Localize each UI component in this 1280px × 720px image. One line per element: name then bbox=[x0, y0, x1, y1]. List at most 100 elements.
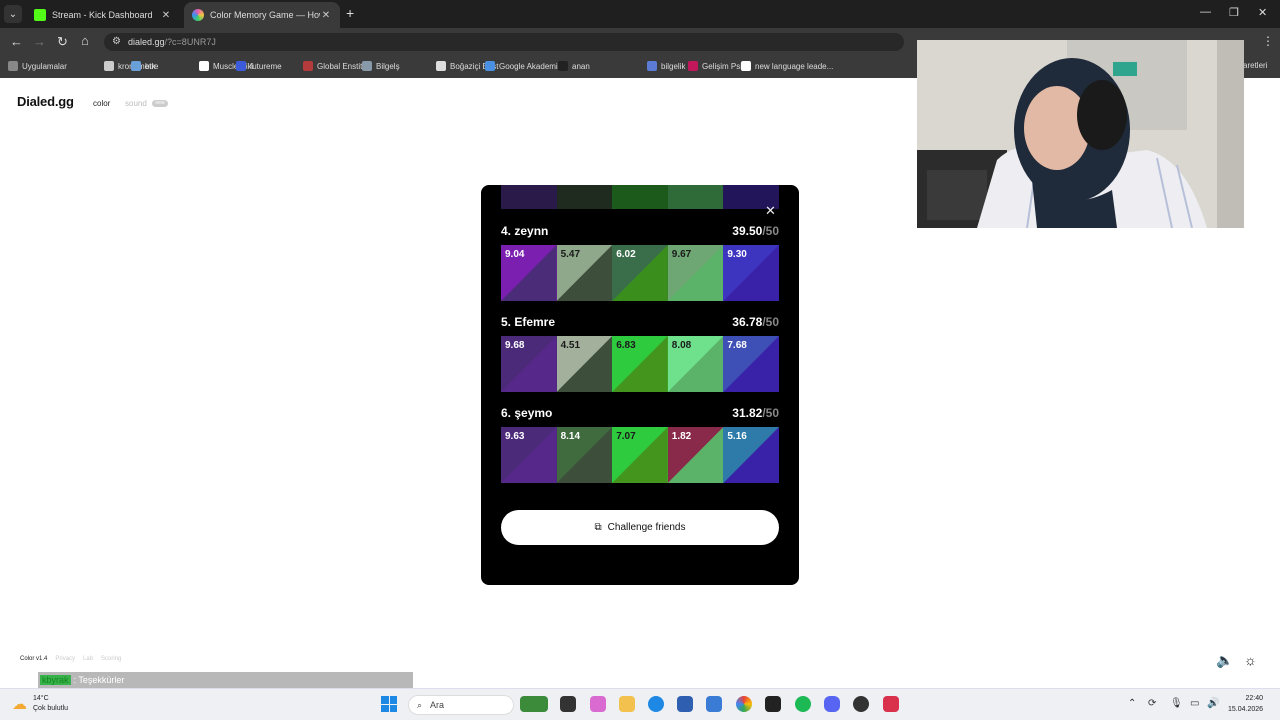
bookmark-label: new language leade... bbox=[755, 61, 834, 71]
outlook-icon[interactable] bbox=[706, 696, 722, 712]
obs-icon[interactable] bbox=[765, 696, 781, 712]
bookmark-item[interactable]: bilgelik bbox=[647, 61, 685, 71]
site-logo[interactable]: Dialed.gg bbox=[17, 94, 74, 109]
player-score: 39.50/50 bbox=[732, 224, 779, 238]
round-swatch[interactable]: 8.14 bbox=[556, 427, 613, 483]
nav-color-link[interactable]: color bbox=[93, 99, 110, 108]
player-score: 36.78/50 bbox=[732, 315, 779, 329]
tab-title: Color Memory Game — How W bbox=[210, 10, 320, 20]
close-tab-icon[interactable]: ✕ bbox=[160, 10, 172, 21]
chrome-icon[interactable] bbox=[736, 696, 752, 712]
bookmark-item[interactable]: anan bbox=[558, 61, 590, 71]
round-swatch[interactable]: 5.47 bbox=[556, 245, 613, 301]
round-swatch[interactable]: 4.51 bbox=[556, 336, 613, 392]
bookmark-item[interactable]: new language leade... bbox=[741, 61, 833, 71]
player-name: 5. Efemre bbox=[501, 315, 556, 329]
browser-menu-icon[interactable]: ⋮ bbox=[1262, 34, 1274, 48]
bookmark-item[interactable]: Gelişim Psik bbox=[688, 61, 746, 71]
tab-color-memory-game[interactable]: Color Memory Game — How W ✕ bbox=[184, 2, 340, 28]
tab-title: Stream - Kick Dashboard bbox=[52, 10, 153, 20]
bookmark-favicon-icon bbox=[688, 61, 698, 71]
bookmark-label: futureme bbox=[250, 61, 282, 71]
chat-username: kbyrak bbox=[40, 675, 71, 685]
round-swatch[interactable]: 7.07 bbox=[612, 427, 668, 483]
round-swatch[interactable]: 9.04 bbox=[501, 245, 557, 301]
score-value: 31.82 bbox=[732, 406, 763, 420]
site-info-icon[interactable]: ⚙ bbox=[112, 36, 121, 47]
weather-widget[interactable]: ☁ 14°C Çok bulutlu bbox=[12, 694, 68, 714]
sync-icon[interactable]: ⟳ bbox=[1148, 698, 1156, 709]
taskbar-search[interactable]: ⌕ Ara bbox=[408, 695, 514, 715]
discord-icon[interactable] bbox=[824, 696, 840, 712]
round-swatch[interactable]: 9.67 bbox=[667, 245, 724, 301]
bookmark-item[interactable]: btk bbox=[131, 61, 156, 71]
forest-widget-icon[interactable] bbox=[520, 696, 548, 712]
bookmark-item[interactable]: Global Enstitü bbox=[303, 61, 367, 71]
new-tab-plus-icon[interactable]: + bbox=[346, 6, 354, 20]
nav-sound-link[interactable]: sound bbox=[125, 99, 147, 108]
bookmark-item[interactable]: aretleri bbox=[1243, 61, 1267, 70]
url-text[interactable]: dialed.gg/?c=8UNR7J bbox=[128, 37, 216, 47]
bookmark-item[interactable]: futureme bbox=[236, 61, 282, 71]
edge-icon[interactable] bbox=[648, 696, 664, 712]
bookmark-label: aretleri bbox=[1243, 61, 1268, 70]
theme-toggle-icon[interactable]: ☼ bbox=[1244, 652, 1257, 668]
search-placeholder: Ara bbox=[430, 700, 445, 710]
reload-icon[interactable]: ↻ bbox=[57, 35, 68, 49]
bookmark-favicon-icon bbox=[647, 61, 657, 71]
webcam-video bbox=[917, 40, 1244, 228]
round-score: 9.68 bbox=[505, 340, 525, 351]
minimize-icon[interactable]: — bbox=[1200, 6, 1211, 18]
forward-arrow-icon[interactable]: → bbox=[33, 35, 46, 49]
tab-kick-dashboard[interactable]: Stream - Kick Dashboard ✕ bbox=[26, 2, 180, 28]
store-icon[interactable] bbox=[677, 696, 693, 712]
window-close-icon[interactable]: ✕ bbox=[1258, 6, 1267, 19]
round-swatch[interactable]: 1.82 bbox=[667, 427, 724, 483]
round-swatch[interactable]: 9.30 bbox=[723, 245, 779, 301]
round-swatch[interactable]: 6.02 bbox=[612, 245, 668, 301]
close-tab-icon[interactable]: ✕ bbox=[320, 10, 332, 21]
microphone-icon[interactable]: 🎙 bbox=[1170, 698, 1183, 709]
scoring-link[interactable]: Scoring bbox=[101, 656, 121, 662]
back-arrow-icon[interactable]: ← bbox=[10, 35, 23, 49]
start-button-icon[interactable] bbox=[381, 696, 397, 712]
close-icon[interactable]: ✕ bbox=[765, 203, 776, 219]
file-explorer-icon[interactable] bbox=[619, 696, 635, 712]
copilot-icon[interactable] bbox=[590, 696, 606, 712]
leaderboard-entry: 5. Efemre 36.78/50 9.68 4.51 6.83 8.08 7.68 bbox=[501, 312, 779, 392]
privacy-link[interactable]: Privacy bbox=[55, 656, 75, 662]
round-swatch[interactable]: 5.16 bbox=[723, 427, 779, 483]
network-icon[interactable]: ▭ bbox=[1190, 698, 1199, 709]
version-label: Color v1.4 bbox=[20, 656, 48, 662]
volume-icon[interactable]: 🔈 bbox=[1216, 652, 1233, 669]
bookmark-item[interactable]: Uygulamalar bbox=[8, 61, 67, 71]
home-icon[interactable]: ⌂ bbox=[81, 34, 89, 48]
challenge-friends-label: Challenge friends bbox=[607, 522, 686, 533]
terminal-icon[interactable] bbox=[560, 696, 576, 712]
tab-search-icon[interactable]: ⌄ bbox=[4, 5, 22, 23]
round-swatch[interactable]: 9.63 bbox=[501, 427, 557, 483]
round-swatch[interactable]: 6.83 bbox=[612, 336, 668, 392]
spotify-icon[interactable] bbox=[795, 696, 811, 712]
system-clock[interactable]: 22:40 15.04.2026 bbox=[1228, 693, 1263, 715]
url-host: dialed.gg bbox=[128, 37, 165, 47]
bookmark-item[interactable]: Google Akademik bbox=[485, 61, 562, 71]
score-max: /50 bbox=[762, 315, 779, 329]
kick-favicon-icon bbox=[34, 9, 46, 21]
address-bar[interactable] bbox=[104, 33, 904, 51]
round-swatch[interactable]: 9.68 bbox=[501, 336, 557, 392]
round-swatch[interactable]: 7.68 bbox=[723, 336, 779, 392]
swatch bbox=[612, 185, 668, 209]
round-swatches: 9.04 5.47 6.02 9.67 9.30 bbox=[501, 245, 779, 301]
challenge-friends-button[interactable]: ⧉ Challenge friends bbox=[501, 510, 779, 545]
restore-icon[interactable]: ❐ bbox=[1229, 6, 1239, 19]
tray-chevron-icon[interactable]: ⌃ bbox=[1128, 698, 1136, 709]
speaker-icon[interactable]: 🔊 bbox=[1207, 698, 1219, 709]
bookmark-label: anan bbox=[572, 61, 590, 71]
player-score: 31.82/50 bbox=[732, 406, 779, 420]
round-swatch[interactable]: 8.08 bbox=[667, 336, 724, 392]
app-icon[interactable] bbox=[853, 696, 869, 712]
lab-link[interactable]: Lab bbox=[83, 656, 93, 662]
pocket-icon[interactable] bbox=[883, 696, 899, 712]
bookmark-item[interactable]: Bilgelş bbox=[362, 61, 400, 71]
